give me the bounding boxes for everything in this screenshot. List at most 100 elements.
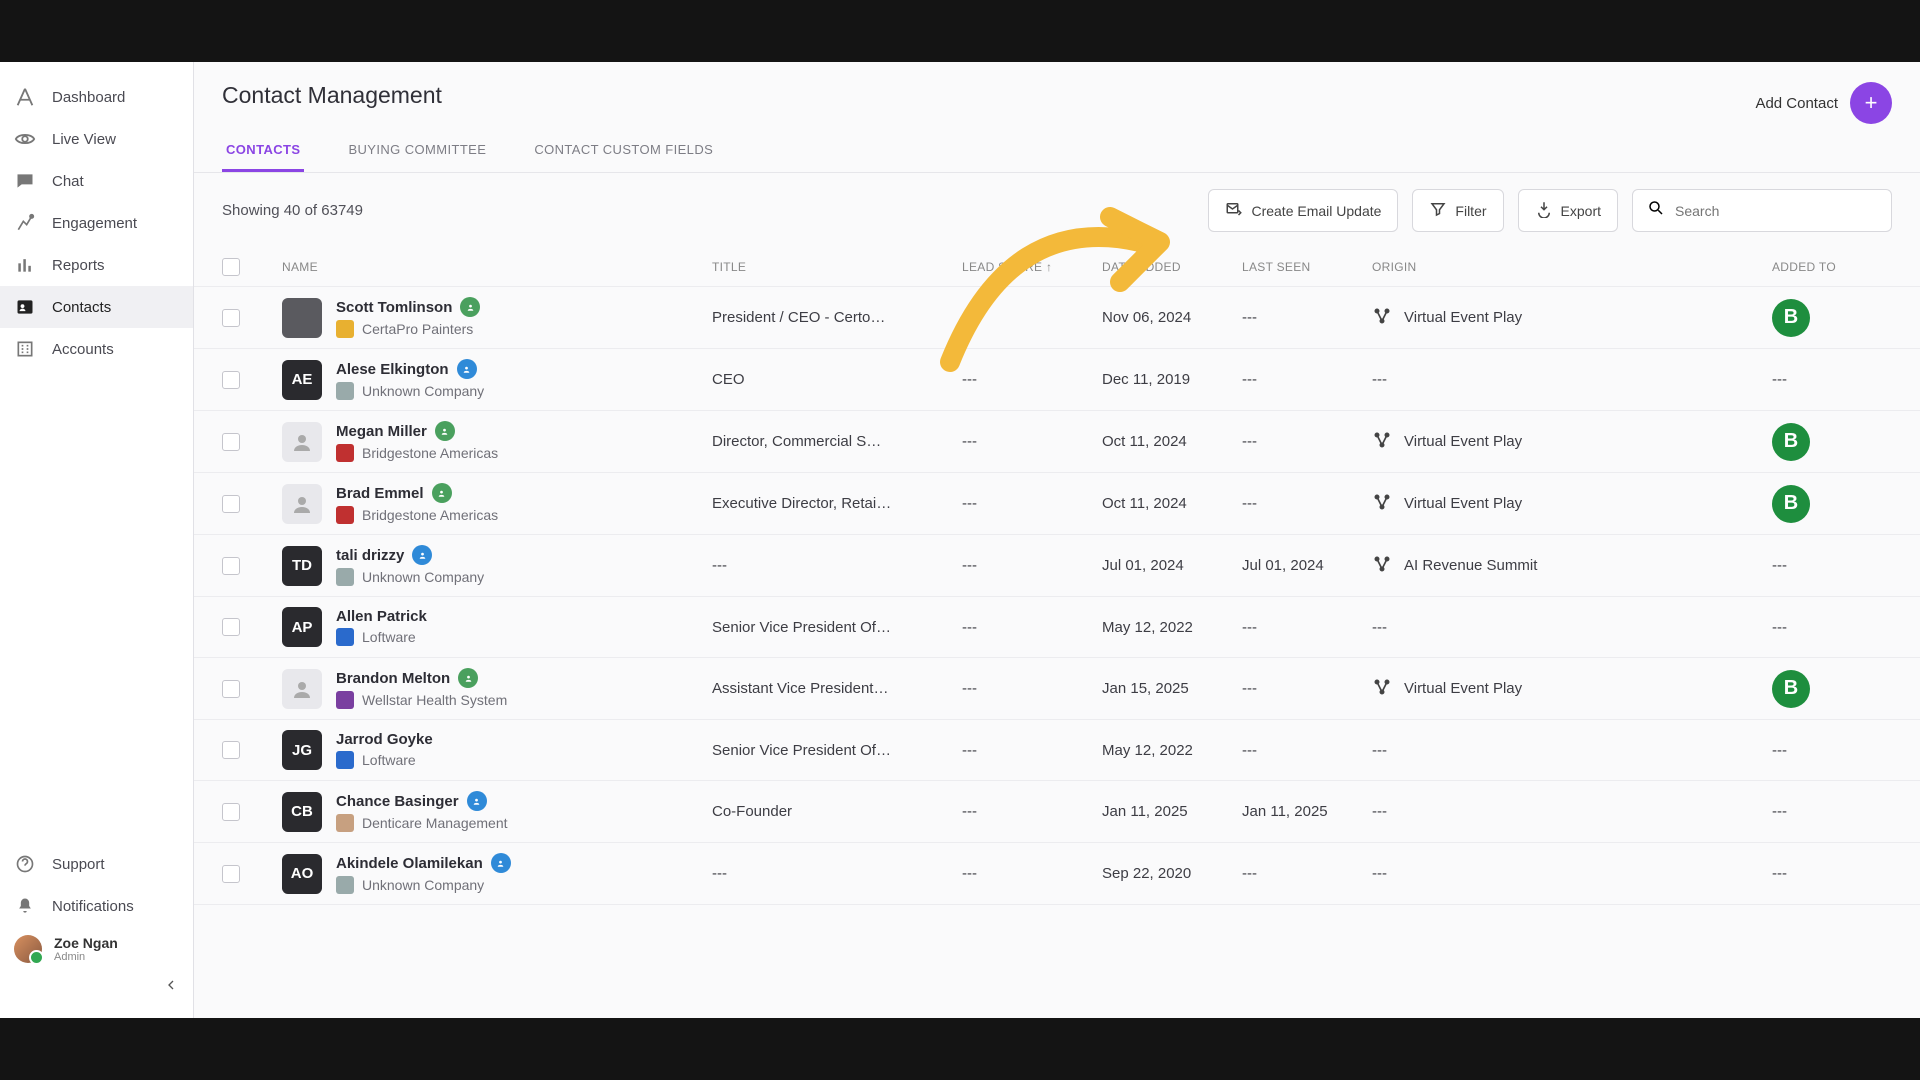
- col-date-added[interactable]: DATE ADDED: [1102, 260, 1242, 274]
- showing-count: Showing 40 of 63749: [222, 202, 363, 219]
- collapse-sidebar-button[interactable]: [0, 971, 193, 998]
- last-seen: ---: [1242, 865, 1372, 882]
- contact-name: Brad Emmel: [336, 485, 424, 502]
- added-to-badge: B: [1772, 485, 1810, 523]
- row-checkbox[interactable]: [222, 680, 240, 698]
- contact-name: Scott Tomlinson: [336, 299, 452, 316]
- table-row[interactable]: Megan MillerBridgestone AmericasDirector…: [194, 411, 1920, 473]
- last-seen: ---: [1242, 495, 1372, 512]
- added-to: ---: [1772, 557, 1892, 574]
- lead-score: ---: [962, 557, 1102, 574]
- contact-name: Alese Elkington: [336, 361, 449, 378]
- lead-score: ---: [962, 433, 1102, 450]
- avatar: AO: [282, 854, 322, 894]
- company-name: Loftware: [362, 752, 416, 768]
- table-row[interactable]: APAllen PatrickLoftwareSenior Vice Presi…: [194, 597, 1920, 658]
- last-seen: Jul 01, 2024: [1242, 557, 1372, 574]
- nav-chat[interactable]: Chat: [0, 160, 193, 202]
- origin-icon: [1372, 306, 1392, 330]
- row-checkbox[interactable]: [222, 741, 240, 759]
- date-added: Nov 06, 2024: [1102, 309, 1242, 326]
- company-logo-icon: [336, 691, 354, 709]
- table-row[interactable]: CBChance BasingerDenticare ManagementCo-…: [194, 781, 1920, 843]
- lead-score: ---: [962, 865, 1102, 882]
- nav-label: Accounts: [52, 341, 114, 358]
- tab-contact-custom-fields[interactable]: CONTACT CUSTOM FIELDS: [530, 130, 717, 172]
- company-name: Wellstar Health System: [362, 692, 507, 708]
- added-to-badge: B: [1772, 299, 1810, 337]
- company-logo-icon: [336, 814, 354, 832]
- added-to: ---: [1772, 371, 1892, 388]
- table-row[interactable]: JGJarrod GoykeLoftwareSenior Vice Presid…: [194, 720, 1920, 781]
- nav-engagement[interactable]: Engagement: [0, 202, 193, 244]
- row-checkbox[interactable]: [222, 433, 240, 451]
- avatar: [282, 669, 322, 709]
- date-added: Dec 11, 2019: [1102, 371, 1242, 388]
- contact-name: Allen Patrick: [336, 608, 427, 625]
- nav-accounts[interactable]: Accounts: [0, 328, 193, 370]
- col-name[interactable]: NAME: [282, 260, 712, 274]
- row-checkbox[interactable]: [222, 618, 240, 636]
- date-added: Jan 15, 2025: [1102, 680, 1242, 697]
- col-title[interactable]: TITLE: [712, 260, 962, 274]
- select-all-checkbox[interactable]: [222, 258, 240, 276]
- row-checkbox[interactable]: [222, 371, 240, 389]
- avatar: [14, 935, 42, 963]
- avatar: [282, 422, 322, 462]
- company-logo-icon: [336, 382, 354, 400]
- avatar: AE: [282, 360, 322, 400]
- row-checkbox[interactable]: [222, 557, 240, 575]
- tab-contacts[interactable]: CONTACTS: [222, 130, 304, 172]
- row-checkbox[interactable]: [222, 865, 240, 883]
- row-checkbox[interactable]: [222, 309, 240, 327]
- filter-button[interactable]: Filter: [1412, 189, 1503, 232]
- col-last-seen[interactable]: LAST SEEN: [1242, 260, 1372, 274]
- contact-name: Megan Miller: [336, 423, 427, 440]
- nav-live-view[interactable]: Live View: [0, 118, 193, 160]
- type-badge-icon: [460, 297, 480, 317]
- user-menu[interactable]: Zoe Ngan Admin: [0, 927, 193, 971]
- contact-title: President / CEO - Certo…: [712, 309, 962, 326]
- company-name: Unknown Company: [362, 877, 484, 893]
- nav-contacts[interactable]: Contacts: [0, 286, 193, 328]
- create-email-update-button[interactable]: Create Email Update: [1208, 189, 1398, 232]
- search-input-wrapper[interactable]: [1632, 189, 1892, 232]
- added-to: B: [1772, 670, 1892, 708]
- table-row[interactable]: AEAlese ElkingtonUnknown CompanyCEO---De…: [194, 349, 1920, 411]
- row-checkbox[interactable]: [222, 495, 240, 513]
- table-row[interactable]: Brandon MeltonWellstar Health SystemAssi…: [194, 658, 1920, 720]
- table-body: Scott TomlinsonCertaPro PaintersPresiden…: [194, 287, 1920, 905]
- last-seen: ---: [1242, 742, 1372, 759]
- company-name: Unknown Company: [362, 383, 484, 399]
- chat-icon: [14, 170, 36, 192]
- nav-support[interactable]: Support: [0, 843, 193, 885]
- col-added-to[interactable]: ADDED TO: [1772, 260, 1892, 274]
- nav-label: Notifications: [52, 898, 134, 915]
- add-contact-button[interactable]: +: [1850, 82, 1892, 124]
- row-checkbox[interactable]: [222, 803, 240, 821]
- table-row[interactable]: Scott TomlinsonCertaPro PaintersPresiden…: [194, 287, 1920, 349]
- contact-name: Chance Basinger: [336, 793, 459, 810]
- table-row[interactable]: TDtali drizzyUnknown Company------Jul 01…: [194, 535, 1920, 597]
- export-button[interactable]: Export: [1518, 189, 1618, 232]
- lead-score: ---: [962, 495, 1102, 512]
- nav-dashboard[interactable]: Dashboard: [0, 76, 193, 118]
- help-icon: [14, 853, 36, 875]
- search-icon: [1647, 199, 1665, 222]
- nav-label: Contacts: [52, 299, 111, 316]
- col-origin[interactable]: ORIGIN: [1372, 260, 1772, 274]
- last-seen: ---: [1242, 680, 1372, 697]
- table-row[interactable]: Brad EmmelBridgestone AmericasExecutive …: [194, 473, 1920, 535]
- col-lead-score[interactable]: LEAD SCORE ↑: [962, 260, 1102, 274]
- tab-buying-committee[interactable]: BUYING COMMITTEE: [344, 130, 490, 172]
- search-input[interactable]: [1675, 203, 1877, 219]
- contact-title: Executive Director, Retai…: [712, 495, 962, 512]
- chevron-left-icon: [163, 980, 179, 997]
- filter-icon: [1429, 200, 1447, 221]
- nav-reports[interactable]: Reports: [0, 244, 193, 286]
- nav-notifications[interactable]: Notifications: [0, 885, 193, 927]
- table-row[interactable]: AOAkindele OlamilekanUnknown Company----…: [194, 843, 1920, 905]
- type-badge-icon: [491, 853, 511, 873]
- avatar: [282, 484, 322, 524]
- avatar: CB: [282, 792, 322, 832]
